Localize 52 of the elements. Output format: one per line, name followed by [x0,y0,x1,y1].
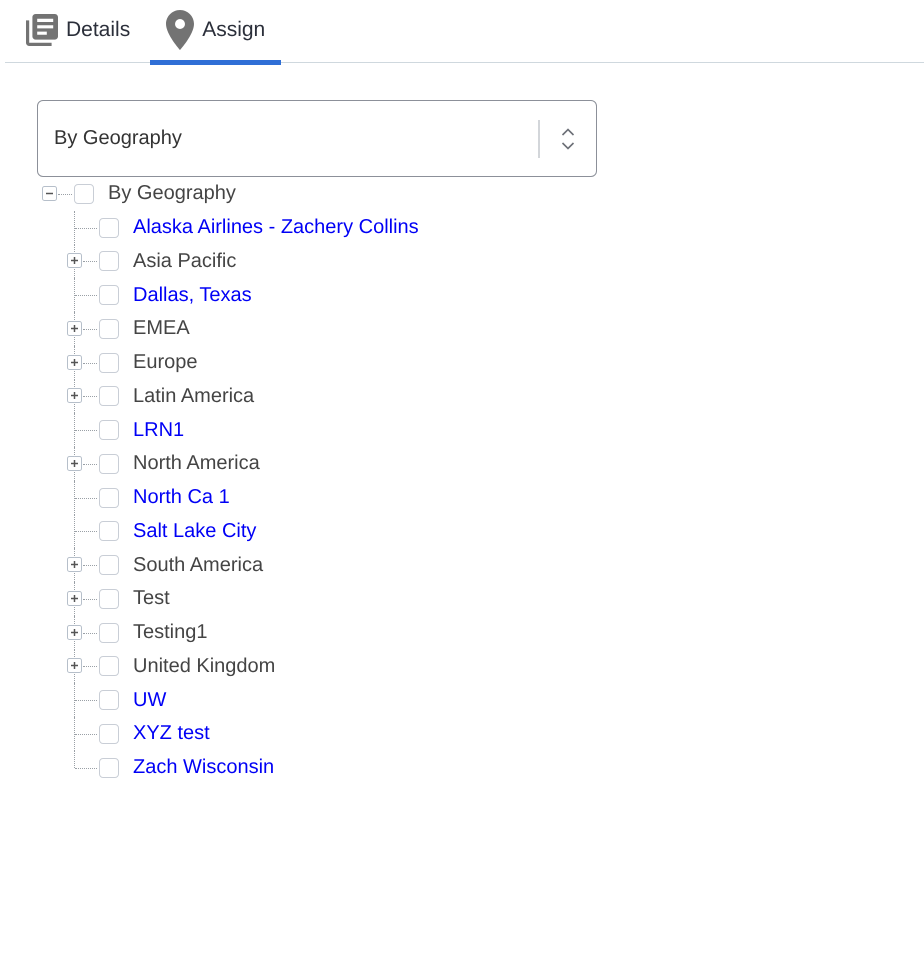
checkbox[interactable] [99,724,119,744]
tree-node-label[interactable]: Asia Pacific [133,250,236,273]
tree-node-label[interactable]: XYZ test [133,722,210,746]
checkbox[interactable] [99,521,119,542]
tree-node-label[interactable]: Dallas, Texas [133,284,252,307]
chevron-up-down-icon [561,128,575,150]
checkbox[interactable] [99,386,119,406]
tree-node-label[interactable]: LRN1 [133,418,184,442]
plus-box-icon[interactable] [67,624,82,640]
plus-box-icon[interactable] [67,557,82,572]
tree-node-label[interactable]: North Ca 1 [133,486,230,510]
tree-node-label[interactable]: Salt Lake City [133,520,256,543]
tree-node-label[interactable]: Alaska Airlines - Zachery Collins [133,216,419,240]
checkbox[interactable] [99,420,119,440]
tree-node-label[interactable]: Testing1 [133,621,208,644]
tree-node-label[interactable]: Zach Wisconsin [133,756,274,780]
checkbox[interactable] [99,555,119,576]
plus-box-icon[interactable] [67,658,82,674]
checkbox[interactable] [99,488,119,508]
checkbox[interactable] [99,690,119,710]
plus-box-icon[interactable] [67,320,82,336]
tab[interactable]: Assign [150,0,282,65]
plus-box-icon[interactable] [67,456,82,471]
plus-box-icon[interactable] [67,590,82,606]
tree-node-label[interactable]: North America [133,452,260,476]
tab[interactable]: Details [10,0,146,65]
checkbox[interactable] [74,184,94,204]
tree-node-label[interactable]: United Kingdom [133,654,276,678]
plus-box-icon[interactable] [67,354,82,370]
grouping-select[interactable]: By Geography [37,100,597,177]
map-pin-icon [166,10,194,50]
plus-box-icon[interactable] [67,253,82,268]
checkbox[interactable] [99,251,119,272]
checkbox[interactable] [99,454,119,474]
checkbox[interactable] [99,656,119,676]
checkbox[interactable] [99,352,119,373]
checkbox[interactable] [99,588,119,609]
checkbox[interactable] [99,218,119,238]
tree-node-label[interactable]: Test [133,587,170,610]
document-stack-icon [26,14,58,46]
tree-node-label[interactable]: By Geography [108,182,236,206]
minus-box-icon[interactable] [42,186,57,201]
tree-node-label[interactable]: South America [133,554,264,577]
checkbox[interactable] [99,318,119,339]
tree-node-label[interactable]: UW [133,688,166,712]
tree-node-label[interactable]: EMEA [133,317,190,340]
checkbox[interactable] [99,285,119,306]
tree-node-label[interactable]: Latin America [133,384,254,408]
checkbox[interactable] [99,758,119,778]
tree-node-label[interactable]: Europe [133,351,198,374]
plus-box-icon[interactable] [67,388,82,404]
checkbox[interactable] [99,622,119,643]
